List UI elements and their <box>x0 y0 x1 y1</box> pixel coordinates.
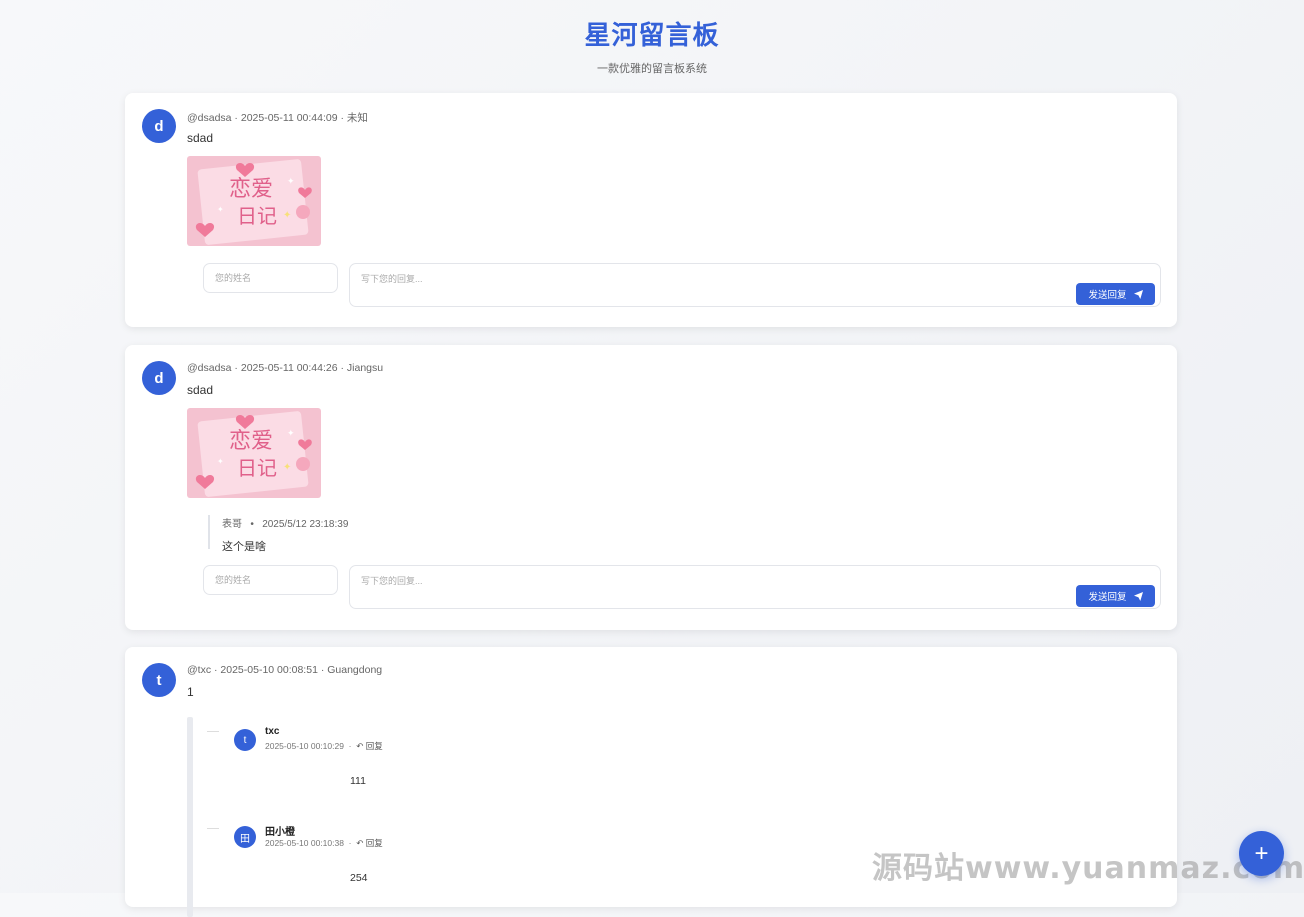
message-meta: @dsadsa · 2025-05-11 00:44:26 · Jiangsu <box>187 362 384 374</box>
message-meta: @txc · 2025-05-10 00:08:51 · Guangdong <box>187 664 383 676</box>
nested-meta: 2025-05-10 00:10:29 · ↶ 回复 <box>265 740 383 752</box>
message-card: d @dsadsa · 2025-05-11 00:44:26 · Jiangs… <box>125 345 1177 630</box>
message-content: 1 <box>187 685 194 699</box>
sticker-text-line2: 日记 <box>237 456 277 480</box>
thread-line <box>187 717 193 917</box>
nested-author: 田小橙 <box>265 827 295 838</box>
sticker-text-line1: 恋爱 <box>229 429 273 454</box>
message-image[interactable]: 恋爱 日记 ✦ ✦ ✦ <box>187 156 321 246</box>
message-content: sdad <box>187 131 214 145</box>
reply-link[interactable]: ↶ 回复 <box>356 838 383 848</box>
avatar: t <box>234 729 256 751</box>
svg-text:✦: ✦ <box>217 205 224 214</box>
paper-plane-icon <box>1133 591 1143 601</box>
svg-text:✦: ✦ <box>283 462 291 473</box>
svg-text:✦: ✦ <box>283 210 291 221</box>
nested-author: txc <box>265 726 280 737</box>
paper-plane-icon <box>1133 289 1143 299</box>
meta-separator: · <box>346 838 354 848</box>
love-diary-sticker: 恋爱 日记 ✦ ✦ ✦ <box>187 156 321 246</box>
svg-text:✦: ✦ <box>287 176 295 186</box>
avatar: d <box>142 361 176 395</box>
avatar: d <box>142 109 176 143</box>
nested-meta: 2025-05-10 00:10:38 · ↶ 回复 <box>265 837 383 849</box>
reply-textarea[interactable] <box>349 565 1161 609</box>
svg-text:✦: ✦ <box>217 457 224 466</box>
reply-arrow-icon: ↶ <box>356 741 364 751</box>
reply-meta: 表哥 • 2025/5/12 23:18:39 <box>222 515 348 530</box>
send-reply-button[interactable]: 发送回复 <box>1076 283 1155 305</box>
reply-link-label: 回复 <box>365 838 383 848</box>
send-reply-button[interactable]: 发送回复 <box>1076 585 1155 607</box>
reply-author: 表哥 <box>222 519 242 530</box>
nested-text: 111 <box>350 775 366 787</box>
reply-name-input[interactable] <box>203 565 338 595</box>
love-diary-sticker: 恋爱 日记 ✦ ✦ ✦ <box>187 408 321 498</box>
page-title: 星河留言板 <box>584 20 720 50</box>
svg-text:✦: ✦ <box>287 428 295 438</box>
message-image[interactable]: 恋爱 日记 ✦ ✦ ✦ <box>187 408 321 498</box>
reply-link[interactable]: ↶ 回复 <box>356 741 383 751</box>
reply-arrow-icon: ↶ <box>356 838 364 848</box>
reply-link-label: 回复 <box>365 741 383 751</box>
reply-text: 这个是啥 <box>222 541 266 553</box>
nested-text: 254 <box>350 872 368 884</box>
thread-connector <box>207 731 219 732</box>
thread-connector <box>207 828 219 829</box>
meta-separator: • <box>244 519 260 530</box>
reply-name-input[interactable] <box>203 263 338 293</box>
message-card: d @dsadsa · 2025-05-11 00:44:09 · 未知 sda… <box>125 93 1177 327</box>
message-content: sdad <box>187 383 214 397</box>
reply-textarea[interactable] <box>349 263 1161 307</box>
nested-time: 2025-05-10 00:10:29 <box>265 741 344 751</box>
send-reply-label: 发送回复 <box>1088 290 1127 301</box>
message-meta: @dsadsa · 2025-05-11 00:44:09 · 未知 <box>187 112 368 124</box>
avatar: 田 <box>234 826 256 848</box>
meta-separator: · <box>346 741 354 751</box>
page-subtitle: 一款优雅的留言板系统 <box>597 63 707 75</box>
reply-time: 2025/5/12 23:18:39 <box>262 519 349 530</box>
page-header: 星河留言板 一款优雅的留言板系统 <box>0 0 1304 76</box>
sticker-text-line1: 恋爱 <box>229 177 273 202</box>
plus-icon: + <box>1254 839 1269 867</box>
send-reply-label: 发送回复 <box>1088 592 1127 603</box>
nested-time: 2025-05-10 00:10:38 <box>265 838 344 848</box>
add-message-button[interactable]: + <box>1239 831 1284 876</box>
sticker-text-line2: 日记 <box>237 204 277 228</box>
avatar: t <box>142 663 176 697</box>
reply-item: 表哥 • 2025/5/12 23:18:39 这个是啥 <box>208 515 348 553</box>
